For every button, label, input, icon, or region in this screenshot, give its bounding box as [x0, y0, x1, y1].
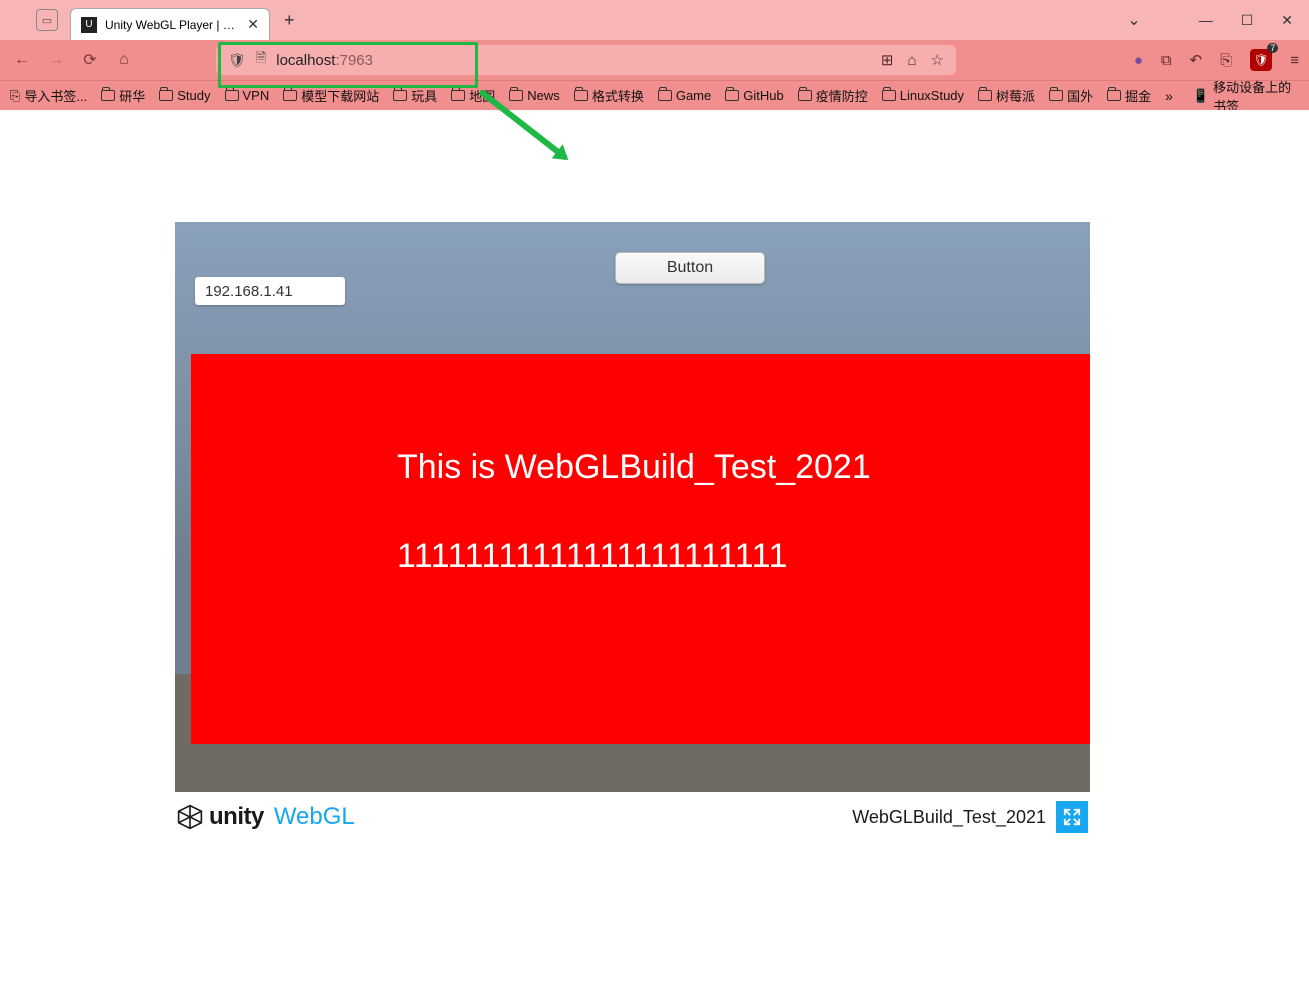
- fullscreen-button[interactable]: [1056, 801, 1088, 833]
- tab-close-button[interactable]: ✕: [247, 16, 259, 33]
- unity-container: 192.168.1.41 Button This is WebGLBuild_T…: [175, 222, 1090, 842]
- reload-button[interactable]: ⟳: [78, 50, 102, 70]
- shield-icon: 🛡: [228, 52, 246, 69]
- bookmark-folder[interactable]: 树莓派: [978, 86, 1035, 105]
- window-menu-icon[interactable]: ▭: [36, 9, 58, 31]
- mobile-icon: 📱: [1193, 88, 1209, 104]
- unity-logo: unity WebGL: [177, 803, 355, 831]
- maximize-button[interactable]: ☐: [1241, 12, 1254, 29]
- bookmark-folder[interactable]: Game: [658, 88, 711, 103]
- folder-icon: [393, 90, 407, 101]
- bookmark-folder[interactable]: 研华: [101, 86, 145, 105]
- folder-icon: [509, 90, 523, 101]
- build-name-label: WebGLBuild_Test_2021: [852, 807, 1046, 828]
- red-text-panel: This is WebGLBuild_Test_2021 11111111111…: [191, 354, 1090, 744]
- webgl-text: WebGL: [274, 803, 355, 831]
- bookmark-folder[interactable]: 格式转换: [574, 86, 644, 105]
- unity-canvas[interactable]: 192.168.1.41 Button This is WebGLBuild_T…: [175, 222, 1090, 792]
- bookmark-folder[interactable]: LinuxStudy: [882, 88, 964, 103]
- minimize-button[interactable]: —: [1199, 12, 1213, 28]
- undo-close-tab-icon[interactable]: ↶: [1190, 51, 1203, 69]
- page-info-icon[interactable]: 🗎: [256, 49, 266, 71]
- bookmark-folder[interactable]: GitHub: [725, 88, 783, 103]
- unity-text: unity: [209, 803, 264, 831]
- folder-icon: [798, 90, 812, 101]
- bookmark-folder[interactable]: 国外: [1049, 86, 1093, 105]
- page-content: 192.168.1.41 Button This is WebGLBuild_T…: [0, 110, 1309, 991]
- ublock-icon[interactable]: 🛡7: [1250, 49, 1272, 71]
- home-button[interactable]: ⌂: [112, 51, 136, 69]
- unity-cube-icon: [177, 804, 203, 830]
- url-input[interactable]: 🛡 🗎 localhost:7963 ⊞ ⌂ ☆: [216, 45, 956, 75]
- bookmark-folder[interactable]: 玩具: [393, 86, 437, 105]
- bookmark-star-icon[interactable]: ☆: [931, 51, 944, 69]
- unity-favicon-icon: U: [81, 17, 97, 33]
- window-controls: ⌄ — ☐ ✕: [1127, 10, 1293, 30]
- folder-icon: [882, 90, 896, 101]
- titlebar: ▭ U Unity WebGL Player | WebGL… ✕ + ⌄ — …: [0, 0, 1309, 40]
- url-host: localhost: [276, 52, 335, 69]
- folder-icon: [978, 90, 992, 101]
- new-tab-button[interactable]: +: [284, 10, 295, 31]
- bookmarks-bar: ⎘导入书签... 研华 Study VPN 模型下载网站 玩具 地图 News …: [0, 80, 1309, 110]
- folder-icon: [1049, 90, 1063, 101]
- unity-footer: unity WebGL WebGLBuild_Test_2021: [175, 792, 1090, 842]
- fullscreen-icon: [1063, 808, 1081, 826]
- folder-icon: [159, 90, 173, 101]
- folder-icon: [658, 90, 672, 101]
- unity-ui-button[interactable]: Button: [615, 252, 765, 284]
- browser-tab[interactable]: U Unity WebGL Player | WebGL… ✕: [70, 8, 270, 40]
- save-pocket-icon[interactable]: ⎘: [1220, 52, 1232, 69]
- bookmark-import[interactable]: ⎘导入书签...: [10, 86, 87, 105]
- ip-input[interactable]: 192.168.1.41: [195, 277, 345, 305]
- forward-button[interactable]: →: [44, 51, 68, 69]
- bookmark-folder[interactable]: 疫情防控: [798, 86, 868, 105]
- tabs-dropdown-button[interactable]: ⌄: [1127, 10, 1140, 30]
- hamburger-menu-button[interactable]: ≡: [1290, 52, 1299, 69]
- bookmark-folder[interactable]: News: [509, 88, 560, 103]
- tab-title: Unity WebGL Player | WebGL…: [105, 18, 239, 32]
- account-icon[interactable]: ●: [1134, 52, 1143, 69]
- folder-icon: [101, 90, 115, 101]
- bookmark-folder[interactable]: 模型下载网站: [283, 86, 379, 105]
- homepage-indicator-icon[interactable]: ⌂: [907, 52, 916, 69]
- extensions-icon[interactable]: ⧉: [1161, 52, 1172, 69]
- folder-icon: [725, 90, 739, 101]
- mobile-bookmarks-button[interactable]: 📱移动设备上的书签: [1193, 77, 1299, 115]
- qr-icon[interactable]: ⊞: [881, 51, 894, 69]
- address-bar-row: ← → ⟳ ⌂ 🛡 🗎 localhost:7963 ⊞ ⌂ ☆ ● ⧉ ↶ ⎘…: [0, 40, 1309, 80]
- bookmark-folder[interactable]: Study: [159, 88, 210, 103]
- back-button[interactable]: ←: [10, 51, 34, 69]
- folder-icon: [451, 90, 465, 101]
- folder-icon: [283, 90, 297, 101]
- folder-icon: [574, 90, 588, 101]
- folder-icon: [225, 90, 239, 101]
- ublock-badge: 7: [1267, 43, 1278, 53]
- close-window-button[interactable]: ✕: [1281, 12, 1293, 29]
- bookmarks-overflow-button[interactable]: »: [1165, 88, 1173, 104]
- url-port: :7963: [335, 52, 373, 69]
- bookmark-folder[interactable]: 地图: [451, 86, 495, 105]
- folder-icon: [1107, 90, 1121, 101]
- bookmark-folder[interactable]: 掘金: [1107, 86, 1151, 105]
- panel-text-line2: 11111111111111111111111: [397, 537, 1090, 576]
- panel-text-line1: This is WebGLBuild_Test_2021: [397, 446, 1090, 489]
- bookmark-folder[interactable]: VPN: [225, 88, 270, 103]
